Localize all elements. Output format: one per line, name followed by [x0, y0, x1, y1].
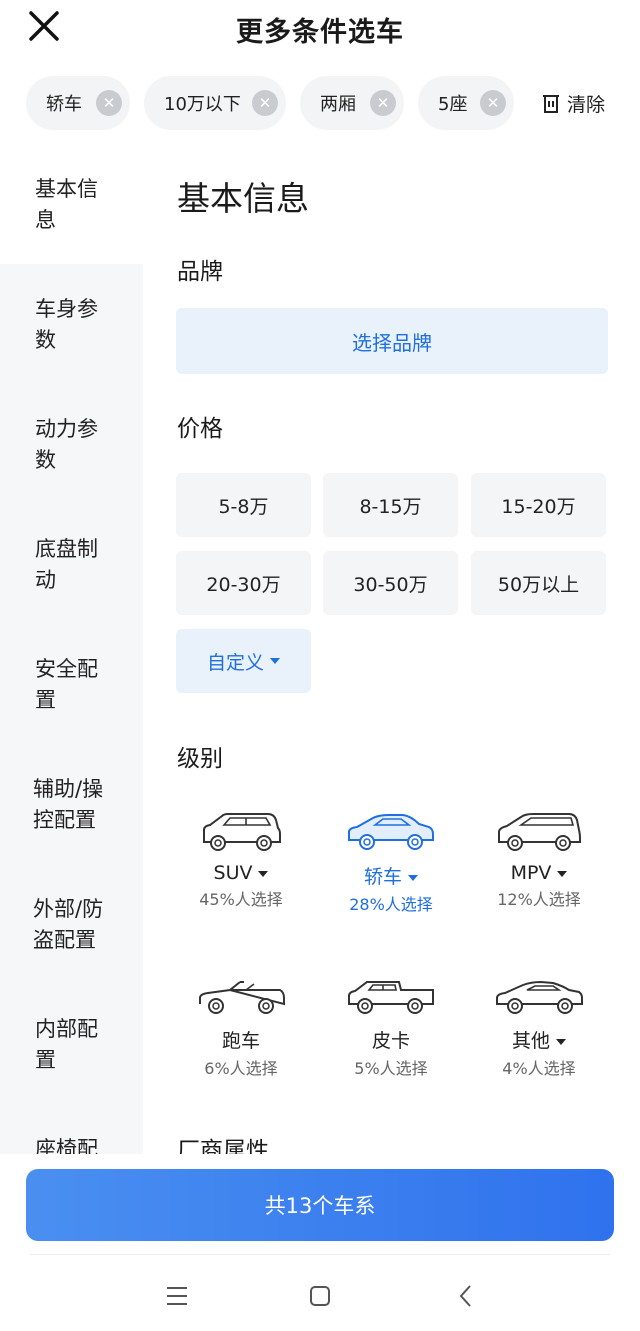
section-heading: 基本信息 — [177, 179, 309, 218]
filter-page: 更多条件选车 轿车 ✕ 10万以下 ✕ 两厢 ✕ 5座 ✕ 清除 基本信息 车身… — [0, 0, 640, 1331]
price-option[interactable]: 8-15万 — [323, 473, 458, 537]
level-percent: 45%人选择 — [199, 890, 283, 909]
chip-label: 5座 — [438, 94, 468, 115]
sidebar-item-label: 座椅配 — [35, 1137, 98, 1154]
remove-chip-icon[interactable]: ✕ — [370, 90, 396, 116]
level-percent: 5%人选择 — [354, 1059, 428, 1078]
remove-chip-icon[interactable]: ✕ — [480, 90, 506, 116]
level-option-sports-car[interactable]: 跑车 6%人选择 — [171, 976, 311, 1116]
level-percent: 4%人选择 — [502, 1059, 576, 1078]
pickup-icon — [348, 981, 434, 1014]
level-name: 跑车 — [221, 1030, 260, 1052]
sidebar-item-label: 外部/防盗配置 — [33, 897, 104, 952]
trash-icon — [543, 95, 559, 113]
level-percent: 12%人选择 — [497, 890, 581, 909]
price-option[interactable]: 5-8万 — [176, 473, 311, 537]
sidebar-item-label: 基本信息 — [35, 177, 98, 232]
sidebar-item-assist-control[interactable]: 辅助/操控配置 — [0, 744, 143, 864]
sidebar-item-interior[interactable]: 内部配置 — [0, 984, 143, 1104]
level-name: 皮卡 — [371, 1030, 410, 1052]
filter-chip-seats[interactable]: 5座 ✕ — [418, 76, 514, 130]
level-option-mpv[interactable]: MPV 12%人选择 — [469, 810, 609, 950]
level-label: 级别 — [177, 746, 223, 772]
sidebar-item-basic-info[interactable]: 基本信息 — [0, 154, 143, 264]
filter-content: 基本信息 品牌 选择品牌 价格 5-8万 8-15万 15-20万 20-30万… — [143, 154, 640, 1154]
remove-chip-icon[interactable]: ✕ — [252, 90, 278, 116]
mpv-icon — [498, 813, 581, 851]
sidebar-item-label: 辅助/操控配置 — [33, 777, 104, 832]
sidebar-item-seats[interactable]: 座椅配 — [0, 1104, 143, 1154]
filter-chip-hatchback[interactable]: 两厢 ✕ — [300, 76, 404, 130]
divider — [30, 1254, 610, 1255]
sidebar-item-power-params[interactable]: 动力参数 — [0, 384, 143, 504]
custom-price-button[interactable]: 自定义 — [176, 629, 311, 693]
level-name: 轿车 — [363, 866, 402, 888]
sidebar-item-label: 安全配置 — [35, 657, 98, 712]
clear-button[interactable]: 清除 — [541, 90, 605, 116]
sidebar-item-exterior-antitheft[interactable]: 外部/防盗配置 — [0, 864, 143, 984]
sidebar-item-label: 动力参数 — [35, 417, 98, 472]
level-percent: 6%人选择 — [204, 1059, 278, 1078]
category-sidebar: 基本信息 车身参数 动力参数 底盘制动 安全配置 辅助/操控配置 外部/防盗配置… — [0, 154, 143, 1154]
level-option-suv[interactable]: SUV 45%人选择 — [171, 810, 311, 950]
price-option[interactable]: 30-50万 — [323, 551, 458, 615]
filter-chip-sedan[interactable]: 轿车 ✕ — [26, 76, 130, 130]
sidebar-item-chassis-brake[interactable]: 底盘制动 — [0, 504, 143, 624]
show-results-button[interactable]: 共13个车系 — [26, 1169, 614, 1241]
level-percent: 28%人选择 — [349, 895, 433, 914]
suv-icon — [203, 813, 281, 851]
chip-label: 轿车 — [46, 94, 82, 115]
sidebar-item-safety[interactable]: 安全配置 — [0, 624, 143, 744]
system-nav-bar — [0, 1262, 640, 1331]
sidebar-item-label: 内部配置 — [35, 1017, 98, 1072]
level-name: MPV — [510, 862, 552, 884]
level-option-sedan[interactable]: 轿车 28%人选择 — [321, 810, 461, 950]
back-icon[interactable] — [446, 1278, 486, 1314]
remove-chip-icon[interactable]: ✕ — [96, 90, 122, 116]
chip-label: 两厢 — [320, 94, 356, 115]
price-option[interactable]: 20-30万 — [176, 551, 311, 615]
caret-down-icon — [556, 1038, 566, 1045]
brand-label: 品牌 — [177, 259, 223, 285]
price-option[interactable]: 50万以上 — [471, 551, 606, 615]
clear-label: 清除 — [567, 93, 606, 116]
select-brand-button[interactable]: 选择品牌 — [176, 308, 608, 374]
caret-down-icon — [557, 870, 568, 877]
sidebar-item-label: 底盘制动 — [35, 537, 98, 592]
caret-down-icon — [270, 658, 280, 664]
selected-filters: 轿车 ✕ 10万以下 ✕ 两厢 ✕ 5座 ✕ 清除 — [0, 76, 640, 130]
other-car-icon — [496, 980, 583, 1014]
page-title: 更多条件选车 — [236, 17, 404, 48]
filter-chip-price[interactable]: 10万以下 ✕ — [144, 76, 286, 130]
sidebar-item-body-params[interactable]: 车身参数 — [0, 264, 143, 384]
sedan-icon — [348, 814, 434, 850]
custom-price-label: 自定义 — [206, 651, 264, 674]
chip-label: 10万以下 — [164, 94, 241, 115]
menu-icon[interactable] — [157, 1278, 197, 1314]
caret-down-icon — [408, 874, 418, 881]
price-label: 价格 — [177, 416, 223, 442]
caret-down-icon — [258, 870, 269, 877]
level-option-pickup[interactable]: 皮卡 5%人选择 — [321, 976, 461, 1116]
level-option-other[interactable]: 其他 4%人选择 — [469, 976, 609, 1116]
sports-car-icon — [199, 981, 285, 1014]
sidebar-item-label: 车身参数 — [35, 297, 98, 352]
level-name: SUV — [213, 862, 253, 884]
level-name: 其他 — [511, 1030, 550, 1052]
maker-label: 厂商属性 — [177, 1138, 269, 1154]
price-option[interactable]: 15-20万 — [471, 473, 606, 537]
home-icon[interactable] — [300, 1278, 340, 1314]
header: 更多条件选车 — [0, 0, 640, 60]
